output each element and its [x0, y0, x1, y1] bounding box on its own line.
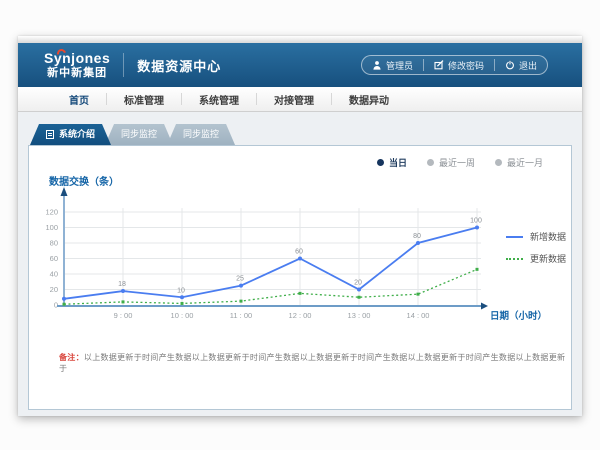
svg-text:80: 80 — [413, 233, 421, 240]
change-password-label: 修改密码 — [448, 59, 484, 72]
footnote-prefix: 备注： — [59, 353, 84, 362]
green-dotted-swatch-icon — [506, 258, 523, 260]
svg-text:80: 80 — [50, 239, 58, 248]
radio-dot-icon — [427, 159, 434, 166]
nav-item-standard-mgmt[interactable]: 标准管理 — [107, 92, 181, 107]
svg-text:18: 18 — [118, 281, 126, 288]
main-nav: 首页 标准管理 系统管理 对接管理 数据异动 — [18, 87, 582, 112]
change-password-button[interactable]: 修改密码 — [423, 59, 494, 71]
nav-item-system-mgmt[interactable]: 系统管理 — [182, 92, 256, 107]
page-title: 数据资源中心 — [137, 56, 221, 75]
footnote: 备注：以上数据更新于时间产生数据以上数据更新于时间产生数据以上数据更新于时间产生… — [59, 352, 571, 374]
svg-text:12 : 00: 12 : 00 — [289, 311, 312, 320]
svg-text:日期（小时）: 日期（小时） — [490, 310, 547, 322]
legend-item-new-data[interactable]: 新增数据 — [506, 230, 566, 243]
svg-text:10 : 00: 10 : 00 — [171, 311, 194, 320]
radio-dot-icon — [495, 159, 502, 166]
logout-label: 退出 — [519, 59, 537, 72]
tab-sync-monitor-2[interactable]: 同步监控 — [167, 124, 235, 145]
chart-panel: 当日 最近一周 最近一月 数据交换（条） 0204060801001209 : … — [28, 145, 572, 410]
svg-text:13 : 00: 13 : 00 — [348, 311, 371, 320]
legend-update-data-label: 更新数据 — [530, 252, 566, 265]
admin-user-label: 管理员 — [386, 59, 413, 72]
svg-text:9 : 00: 9 : 00 — [114, 311, 133, 320]
line-chart: 0204060801001209 : 0010 : 0011 : 0012 : … — [29, 176, 573, 336]
app-header: Synjones 新中新集团 数据资源中心 管理员 修改密码 — [18, 43, 582, 87]
period-filters: 当日 最近一周 最近一月 — [377, 156, 543, 169]
brand-logo: Synjones 新中新集团 — [44, 51, 110, 79]
app-window: Synjones 新中新集团 数据资源中心 管理员 修改密码 — [18, 36, 582, 416]
nav-item-interface-mgmt[interactable]: 对接管理 — [257, 92, 331, 107]
logout-icon — [505, 60, 515, 70]
svg-text:100: 100 — [45, 223, 58, 232]
document-icon — [46, 130, 54, 139]
filter-last-week-label: 最近一周 — [439, 156, 475, 169]
user-icon — [372, 60, 382, 70]
tab-sync-monitor-1[interactable]: 同步监控 — [105, 124, 173, 145]
nav-item-data-change[interactable]: 数据异动 — [332, 92, 406, 107]
edit-icon — [434, 60, 444, 70]
legend-new-data-label: 新增数据 — [530, 230, 566, 243]
series-legend: 新增数据 更新数据 — [506, 230, 566, 274]
svg-text:25: 25 — [236, 276, 244, 283]
tab-sync-monitor-2-label: 同步监控 — [183, 124, 219, 145]
svg-text:100: 100 — [470, 218, 482, 225]
legend-item-update-data[interactable]: 更新数据 — [506, 252, 566, 265]
user-actions: 管理员 修改密码 退出 — [361, 55, 548, 75]
svg-text:120: 120 — [45, 208, 58, 217]
nav-item-home[interactable]: 首页 — [52, 92, 106, 107]
filter-last-month[interactable]: 最近一月 — [495, 156, 543, 169]
window-top-shine — [18, 36, 582, 43]
svg-text:60: 60 — [295, 249, 303, 256]
filter-last-week[interactable]: 最近一周 — [427, 156, 475, 169]
svg-text:20: 20 — [50, 285, 58, 294]
logout-button[interactable]: 退出 — [494, 59, 547, 71]
footnote-text: 以上数据更新于时间产生数据以上数据更新于时间产生数据以上数据更新于时间产生数据以… — [59, 353, 565, 373]
svg-text:11 : 00: 11 : 00 — [230, 311, 252, 320]
tab-sync-monitor-1-label: 同步监控 — [121, 124, 157, 145]
svg-text:14 : 00: 14 : 00 — [407, 311, 430, 320]
svg-text:10: 10 — [177, 287, 185, 294]
filter-today[interactable]: 当日 — [377, 156, 407, 169]
brand-name-cn: 新中新集团 — [44, 68, 110, 79]
svg-text:60: 60 — [50, 254, 58, 263]
admin-user-button[interactable]: 管理员 — [362, 59, 423, 71]
tab-system-intro-label: 系统介绍 — [59, 124, 95, 145]
svg-text:20: 20 — [354, 280, 362, 287]
tab-system-intro[interactable]: 系统介绍 — [30, 124, 111, 145]
radio-dot-icon — [377, 159, 384, 166]
filter-last-month-label: 最近一月 — [507, 156, 543, 169]
filter-today-label: 当日 — [389, 156, 407, 169]
brand-name: Synjones — [44, 51, 110, 65]
tab-bar: 系统介绍 同步监控 同步监控 — [30, 124, 235, 145]
blue-line-swatch-icon — [506, 236, 523, 238]
header-divider — [123, 53, 124, 77]
svg-text:40: 40 — [50, 270, 58, 279]
content-area: 系统介绍 同步监控 同步监控 当日 最近一周 — [18, 112, 582, 416]
